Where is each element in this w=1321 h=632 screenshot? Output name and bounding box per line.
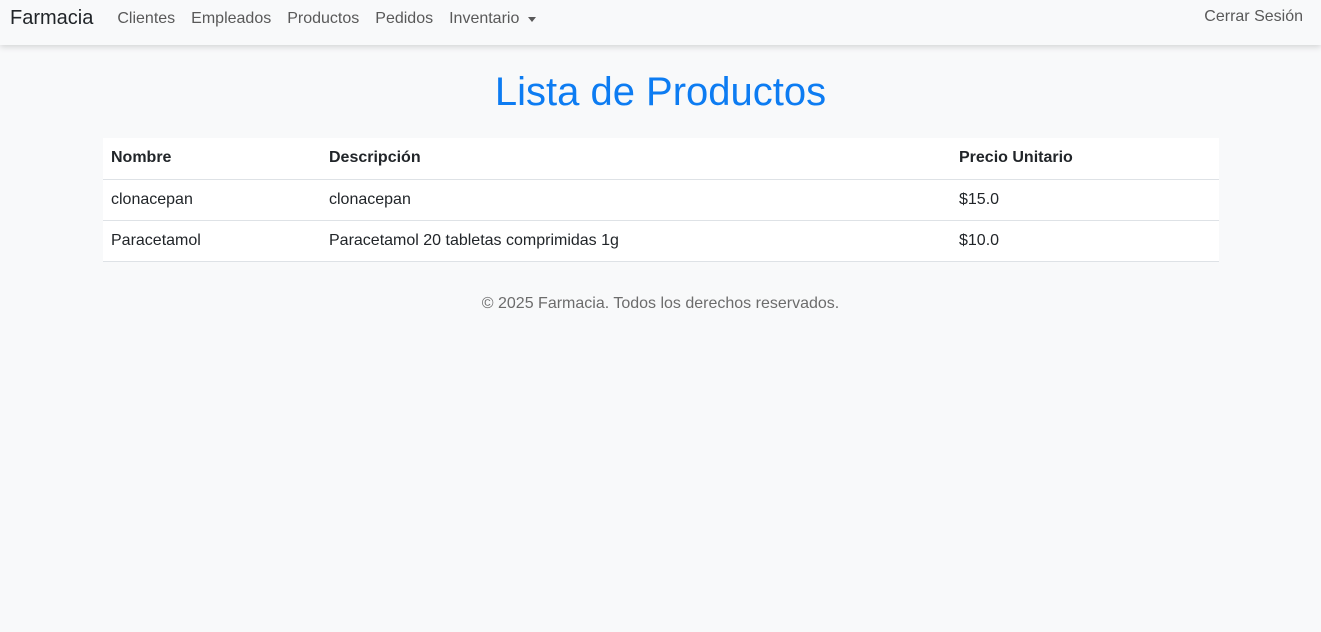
table-body: clonacepan clonacepan $15.0 Paracetamol …: [103, 179, 1219, 262]
nav-link-clientes[interactable]: Clientes: [117, 10, 175, 28]
nav-dropdown-inventario[interactable]: Inventario: [449, 9, 537, 28]
nav-links: Clientes Empleados Productos Pedidos Inv…: [117, 10, 552, 28]
brand-link[interactable]: Farmacia: [10, 7, 93, 30]
navbar: Farmacia Clientes Empleados Productos Pe…: [0, 0, 1321, 45]
table-head: Nombre Descripción Precio Unitario: [103, 138, 1219, 180]
products-table-container: Nombre Descripción Precio Unitario clona…: [103, 138, 1219, 262]
cell-nombre: clonacepan: [103, 179, 321, 221]
header-nombre: Nombre: [103, 138, 321, 180]
cell-precio: $10.0: [951, 220, 1219, 262]
page-title: Lista de Productos: [494, 70, 827, 114]
chevron-down-icon: [528, 17, 537, 22]
table-header-row: Nombre Descripción Precio Unitario: [103, 138, 1219, 180]
table-row: clonacepan clonacepan $15.0: [103, 179, 1219, 221]
cell-precio: $15.0: [951, 179, 1219, 221]
nav-link-empleados[interactable]: Empleados: [191, 10, 271, 28]
footer-copyright: © 2025 Farmacia. Todos los derechos rese…: [481, 295, 840, 312]
header-precio-unitario: Precio Unitario: [951, 138, 1219, 180]
cell-descripcion: clonacepan: [321, 179, 951, 221]
nav-link-pedidos[interactable]: Pedidos: [375, 10, 433, 28]
products-table: Nombre Descripción Precio Unitario clona…: [103, 138, 1219, 262]
nav-link-productos[interactable]: Productos: [287, 10, 359, 28]
cell-descripcion: Paracetamol 20 tabletas comprimidas 1g: [321, 220, 951, 262]
logout-link[interactable]: Cerrar Sesión: [1204, 8, 1303, 26]
header-descripcion: Descripción: [321, 138, 951, 180]
table-row: Paracetamol Paracetamol 20 tabletas comp…: [103, 220, 1219, 262]
nav-dropdown-inventario-label: Inventario: [449, 9, 520, 27]
cell-nombre: Paracetamol: [103, 220, 321, 262]
